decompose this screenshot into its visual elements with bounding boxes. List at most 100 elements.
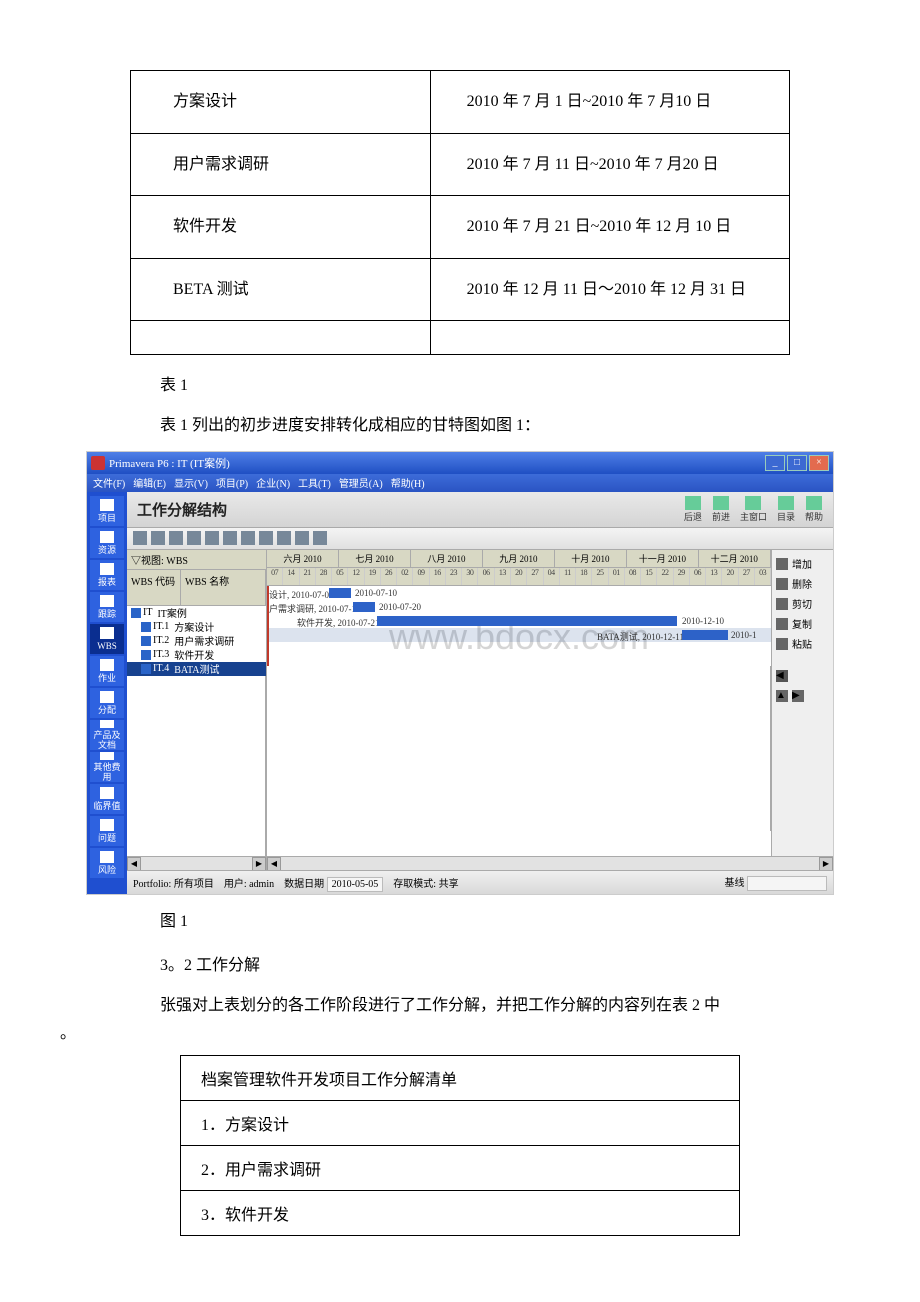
sidebar-item[interactable]: 分配 bbox=[90, 688, 124, 718]
arrow-left-button[interactable]: ◀ bbox=[776, 666, 829, 686]
preview-icon[interactable] bbox=[151, 531, 165, 545]
issue-icon bbox=[100, 819, 114, 831]
baseline-box[interactable] bbox=[747, 876, 827, 891]
section-heading: 3。2 工作分解 bbox=[130, 951, 790, 975]
activity-icon bbox=[100, 659, 114, 671]
report-icon bbox=[100, 563, 114, 575]
timeline-day: 25 bbox=[592, 568, 608, 585]
sidebar-item[interactable]: 产品及文档 bbox=[90, 720, 124, 750]
gantt-bar[interactable] bbox=[682, 630, 728, 640]
sidebar-item[interactable]: 项目 bbox=[90, 496, 124, 526]
scroll-left-button[interactable]: ◀ bbox=[267, 857, 281, 871]
cut-icon[interactable] bbox=[169, 531, 183, 545]
gantt-body[interactable]: www.bdocx.com 设计, 2010-07-01 2010-07-10 … bbox=[267, 586, 771, 666]
menu-item[interactable]: 企业(N) bbox=[256, 475, 290, 490]
gantt-pane[interactable]: 六月 2010 七月 2010 八月 2010 九月 2010 十月 2010 … bbox=[267, 550, 771, 856]
period-cell: 2010 年 12 月 11 日～2010 年 12 月 31 日 bbox=[430, 258, 789, 321]
menu-item[interactable]: 文件(F) bbox=[93, 475, 125, 490]
timeline-day: 02 bbox=[397, 568, 413, 585]
paragraph: 表 1 列出的初步进度安排转化成相应的甘特图如图 1： bbox=[130, 413, 790, 439]
breakdown-table: 档案管理软件开发项目工作分解清单 1．方案设计 2．用户需求调研 3．软件开发 bbox=[180, 1055, 740, 1236]
gantt-bar[interactable] bbox=[329, 588, 351, 598]
column-header[interactable]: WBS 名称 bbox=[181, 570, 266, 605]
sidebar-item[interactable]: 报表 bbox=[90, 560, 124, 590]
scroll-right-button[interactable]: ▶ bbox=[252, 857, 266, 871]
zoom-in-icon[interactable] bbox=[277, 531, 291, 545]
flag-icon[interactable] bbox=[241, 531, 255, 545]
view-label[interactable]: ▽视图: WBS bbox=[127, 550, 266, 570]
column-header[interactable]: WBS 代码 bbox=[127, 570, 181, 605]
cost-icon bbox=[100, 752, 114, 760]
filter-icon[interactable] bbox=[223, 531, 237, 545]
wbs-tree-pane: ▽视图: WBS WBS 代码 WBS 名称 IT IT案例 IT.1 方案设计… bbox=[127, 550, 267, 856]
title-bar[interactable]: Primavera P6 : IT (IT案例) _ □ × bbox=[87, 452, 833, 474]
baseline-label: 基线 bbox=[725, 878, 745, 889]
menu-item[interactable]: 项目(P) bbox=[216, 475, 248, 490]
wbs-row-selected[interactable]: IT.4 BATA测试 bbox=[127, 662, 266, 676]
paragraph: 张强对上表划分的各工作阶段进行了工作分解，并把工作分解的内容列在表 2 中 bbox=[130, 993, 790, 1019]
arrow-up-down-buttons[interactable]: ▲▶ bbox=[776, 686, 829, 706]
toolbar[interactable] bbox=[127, 528, 833, 550]
sidebar-item[interactable]: 作业 bbox=[90, 656, 124, 686]
app-window: Primavera P6 : IT (IT案例) _ □ × 文件(F) 编辑(… bbox=[86, 451, 834, 895]
sidebar-item[interactable]: 跟踪 bbox=[90, 592, 124, 622]
bar-label: 户需求调研, 2010-07-11 bbox=[269, 602, 360, 615]
timeline-day: 06 bbox=[690, 568, 706, 585]
gantt-bar[interactable] bbox=[353, 602, 375, 612]
wbs-icon bbox=[100, 627, 114, 639]
sidebar-item[interactable]: 资源 bbox=[90, 528, 124, 558]
gantt-bar[interactable] bbox=[377, 616, 677, 626]
zoom-out-icon[interactable] bbox=[295, 531, 309, 545]
sidebar-item[interactable]: 问题 bbox=[90, 816, 124, 846]
home-button[interactable]: 主窗口 bbox=[740, 496, 767, 523]
copy-icon[interactable] bbox=[187, 531, 201, 545]
forward-icon bbox=[713, 496, 729, 510]
menu-item[interactable]: 管理员(A) bbox=[339, 475, 383, 490]
sidebar-item[interactable]: 其他费用 bbox=[90, 752, 124, 782]
menu-bar[interactable]: 文件(F) 编辑(E) 显示(V) 项目(P) 企业(N) 工具(T) 管理员(… bbox=[87, 474, 833, 492]
timeline-months: 六月 2010 七月 2010 八月 2010 九月 2010 十月 2010 … bbox=[267, 550, 771, 568]
user-label: 用户: admin bbox=[224, 879, 274, 890]
paste-icon bbox=[776, 638, 788, 650]
node-icon bbox=[141, 622, 151, 632]
menu-item[interactable]: 帮助(H) bbox=[391, 475, 425, 490]
date-value[interactable]: 2010-05-05 bbox=[327, 877, 384, 892]
left-sidebar: 项目 资源 报表 跟踪 WBS 作业 分配 产品及文档 其他费用 临界值 问题 … bbox=[87, 492, 127, 894]
menu-item[interactable]: 显示(V) bbox=[174, 475, 208, 490]
help-button[interactable]: 帮助 bbox=[805, 496, 823, 523]
breakdown-item: 2．用户需求调研 bbox=[181, 1145, 740, 1190]
directory-button[interactable]: 目录 bbox=[777, 496, 795, 523]
bar-label: 设计, 2010-07-01 bbox=[269, 588, 334, 601]
add-button[interactable]: 增加 bbox=[776, 554, 829, 574]
data-date-line bbox=[267, 586, 269, 666]
layout-icon[interactable] bbox=[259, 531, 273, 545]
sidebar-item[interactable]: 临界值 bbox=[90, 784, 124, 814]
maximize-button[interactable]: □ bbox=[787, 455, 807, 471]
wbs-row[interactable]: IT.2 用户需求调研 bbox=[127, 634, 266, 648]
close-button[interactable]: × bbox=[809, 455, 829, 471]
print-icon[interactable] bbox=[133, 531, 147, 545]
nav-forward-button[interactable]: 前进 bbox=[712, 496, 730, 523]
wbs-workspace: ▽视图: WBS WBS 代码 WBS 名称 IT IT案例 IT.1 方案设计… bbox=[127, 550, 833, 856]
paste-button[interactable]: 粘贴 bbox=[776, 634, 829, 654]
zoom-fit-icon[interactable] bbox=[313, 531, 327, 545]
scroll-left-button[interactable]: ◀ bbox=[127, 857, 141, 871]
timeline-day: 16 bbox=[430, 568, 446, 585]
delete-button[interactable]: 删除 bbox=[776, 574, 829, 594]
wbs-row[interactable]: IT.3 软件开发 bbox=[127, 648, 266, 662]
arrow-left-icon: ◀ bbox=[776, 670, 788, 682]
wbs-row[interactable]: IT.1 方案设计 bbox=[127, 620, 266, 634]
scroll-region[interactable]: ◀ ▶ ◀ ▶ bbox=[127, 856, 833, 870]
scroll-right-button[interactable]: ▶ bbox=[819, 857, 833, 871]
sidebar-item-wbs[interactable]: WBS bbox=[90, 624, 124, 654]
sidebar-item[interactable]: 风险 bbox=[90, 848, 124, 878]
dir-icon bbox=[778, 496, 794, 510]
nav-back-button[interactable]: 后退 bbox=[684, 496, 702, 523]
minimize-button[interactable]: _ bbox=[765, 455, 785, 471]
menu-item[interactable]: 编辑(E) bbox=[133, 475, 166, 490]
cut-button[interactable]: 剪切 bbox=[776, 594, 829, 614]
menu-item[interactable]: 工具(T) bbox=[298, 475, 331, 490]
wbs-row[interactable]: IT IT案例 bbox=[127, 606, 266, 620]
paste-icon[interactable] bbox=[205, 531, 219, 545]
copy-button[interactable]: 复制 bbox=[776, 614, 829, 634]
